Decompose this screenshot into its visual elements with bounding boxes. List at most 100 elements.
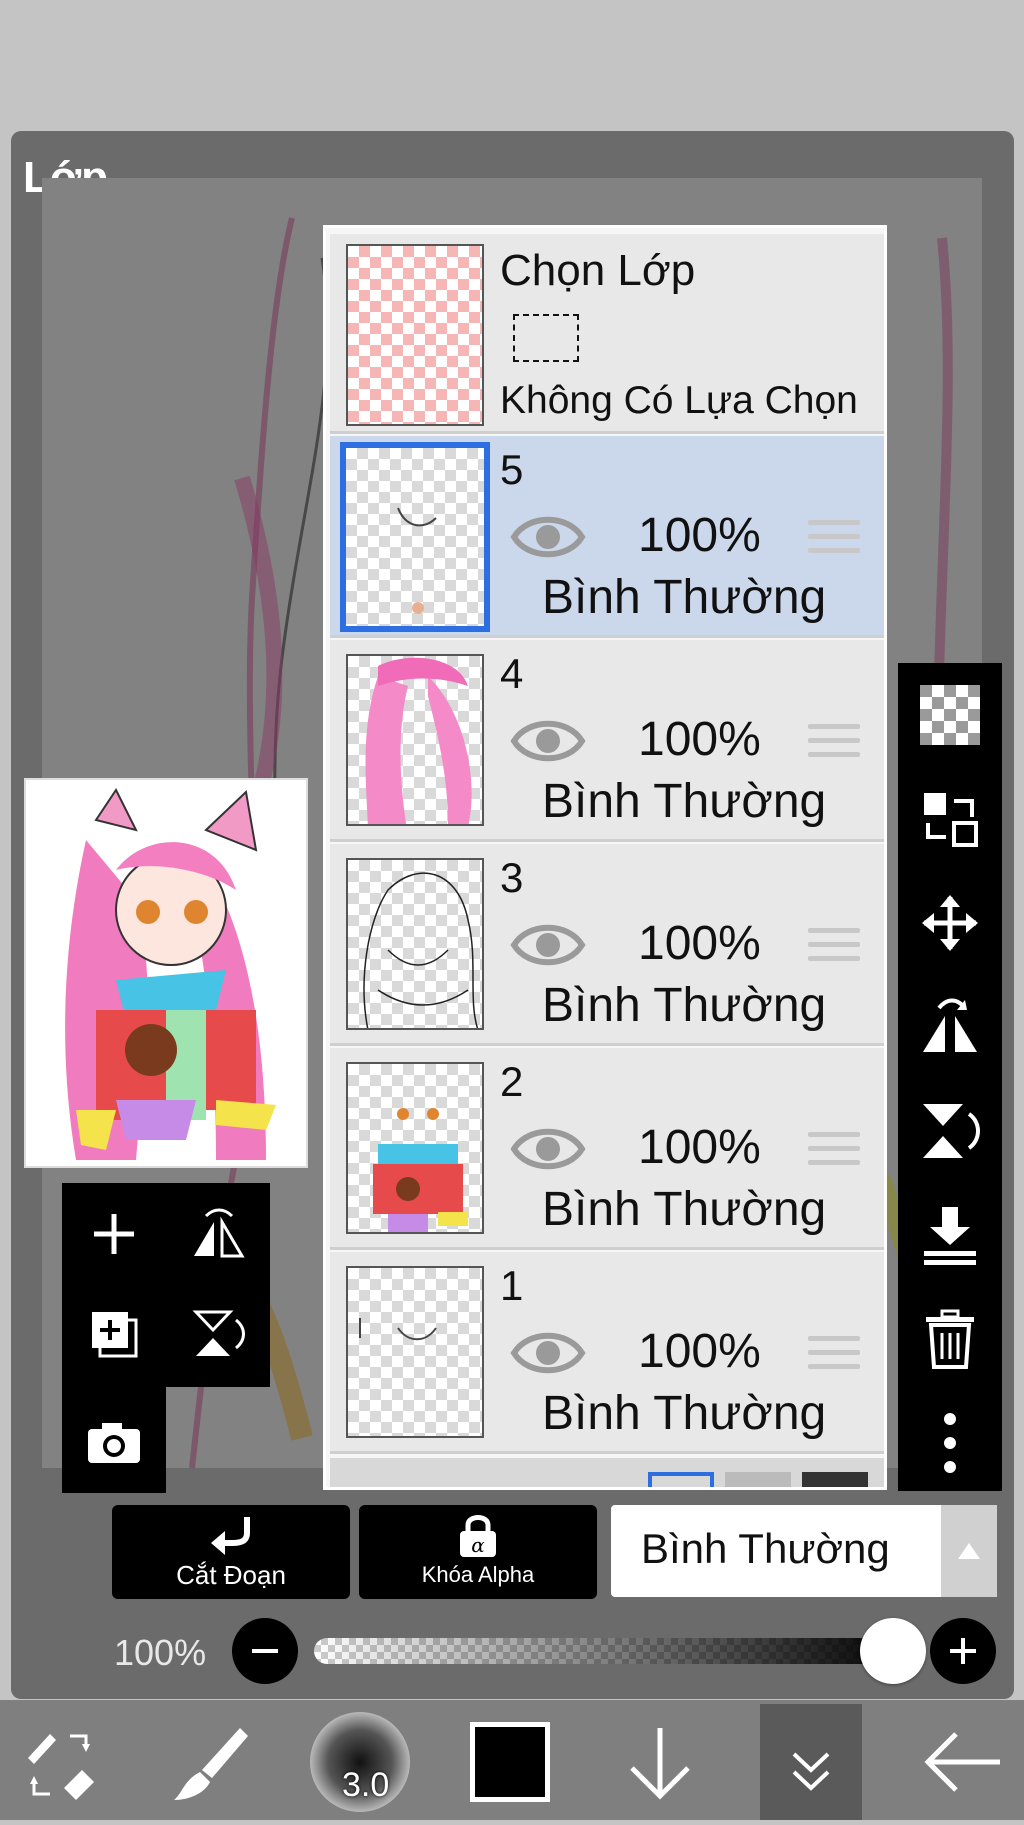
add-layer-button[interactable]	[72, 1192, 156, 1276]
drag-handle-icon[interactable]	[808, 724, 860, 762]
arrow-left-icon	[924, 1732, 1000, 1792]
back-button[interactable]	[920, 1722, 1004, 1802]
camera-icon	[88, 1423, 140, 1463]
blend-mode-value: Bình Thường	[641, 1525, 890, 1572]
swap-layer-icon	[924, 793, 978, 847]
reference-image	[24, 778, 308, 1168]
eye-icon[interactable]	[510, 918, 586, 972]
alpha-lock-button[interactable]: α Khóa Alpha	[359, 1505, 597, 1599]
alpha-lock-label: Khóa Alpha	[421, 1562, 535, 1587]
layer-blend-mode: Bình Thường	[542, 775, 827, 828]
opacity-slider-thumb[interactable]	[860, 1618, 926, 1684]
more-icon	[944, 1413, 956, 1473]
layer-blend-mode: Bình Thường	[542, 1387, 827, 1440]
svg-text:α: α	[471, 1533, 485, 1557]
merge-down-icon	[924, 1207, 976, 1265]
drag-handle-icon[interactable]	[808, 1336, 860, 1374]
layer-opacity: 100%	[638, 1121, 761, 1174]
drag-handle-icon[interactable]	[808, 1132, 860, 1170]
color-swatch-button[interactable]	[470, 1722, 550, 1802]
merge-down-button[interactable]	[912, 1197, 988, 1273]
duplicate-layer-button[interactable]	[72, 1292, 156, 1376]
minus-icon	[252, 1649, 278, 1653]
plus-icon	[94, 1214, 134, 1254]
flip-vertical-button[interactable]	[912, 1093, 988, 1169]
layer-opacity: 100%	[638, 713, 761, 766]
eye-icon[interactable]	[510, 1326, 586, 1380]
brush-eraser-swap-icon	[28, 1734, 94, 1800]
brush-size-button[interactable]: 3.0	[310, 1712, 410, 1812]
layer-blend-mode: Bình Thường	[542, 1183, 827, 1236]
layer-blend-mode: Bình Thường	[542, 979, 827, 1032]
layer-panel-toggle-button[interactable]	[760, 1704, 862, 1820]
background-layer-row[interactable]	[330, 1458, 884, 1487]
layer-thumbnail	[346, 1266, 484, 1438]
layer-opacity: 100%	[638, 1325, 761, 1378]
layer-thumbnail	[346, 858, 484, 1030]
bg-dark-swatch[interactable]	[802, 1472, 868, 1487]
layer-thumbnail	[346, 1062, 484, 1234]
eye-icon[interactable]	[510, 714, 586, 768]
transparent-bg-icon	[920, 685, 980, 745]
layer-opacity: 100%	[638, 509, 761, 562]
paintbrush-icon	[174, 1728, 248, 1800]
brush-eraser-toggle-button[interactable]	[20, 1722, 100, 1802]
chevron-up-icon[interactable]	[941, 1505, 997, 1597]
flip-horizontal-button[interactable]	[176, 1192, 260, 1276]
brush-tool-button[interactable]	[168, 1720, 252, 1804]
selection-thumbnail	[346, 244, 484, 426]
double-chevron-down-icon	[792, 1752, 830, 1791]
bg-checker-swatch[interactable]	[725, 1472, 791, 1487]
flip-horizontal-icon	[923, 998, 977, 1052]
layer-opacity: 100%	[638, 917, 761, 970]
decrease-opacity-button[interactable]	[232, 1618, 298, 1684]
drag-handle-icon[interactable]	[808, 928, 860, 966]
layer-row-5[interactable]: 5 100% Bình Thường	[330, 436, 884, 638]
layer-list: Chọn Lớp Không Có Lựa Chọn 5 100% Bình T…	[323, 225, 887, 1490]
flip-vertical-icon	[192, 1310, 245, 1356]
selection-status: Không Có Lựa Chọn	[500, 379, 858, 422]
bottom-toolbar: 3.0	[0, 1700, 1024, 1820]
more-button[interactable]	[912, 1405, 988, 1481]
layer-row-4[interactable]: 4 100% Bình Thường	[330, 640, 884, 842]
flip-horizontal-icon	[194, 1208, 245, 1258]
drag-handle-icon[interactable]	[808, 520, 860, 558]
eye-icon[interactable]	[510, 510, 586, 564]
layer-thumbnail	[346, 654, 484, 826]
bg-white-swatch[interactable]	[648, 1472, 714, 1487]
clipping-button[interactable]: Cắt Đoạn	[112, 1505, 350, 1599]
move-button[interactable]	[912, 885, 988, 961]
camera-button[interactable]	[72, 1400, 156, 1484]
eye-icon[interactable]	[510, 1122, 586, 1176]
clipping-label: Cắt Đoạn	[176, 1560, 286, 1590]
delete-layer-button[interactable]	[912, 1301, 988, 1377]
increase-opacity-button[interactable]	[930, 1618, 996, 1684]
opacity-slider[interactable]	[314, 1638, 904, 1664]
flip-vertical-icon	[923, 1104, 980, 1158]
arrow-down-icon	[630, 1728, 690, 1800]
layer-number: 3	[500, 854, 524, 901]
opacity-label: 100%	[114, 1632, 207, 1673]
selection-layer-row[interactable]: Chọn Lớp Không Có Lựa Chọn	[330, 234, 884, 434]
flip-horizontal-button[interactable]	[912, 989, 988, 1065]
plus-icon	[950, 1638, 976, 1664]
layer-number: 5	[500, 446, 524, 493]
lock-icon: α	[460, 1515, 496, 1557]
layer-row-2[interactable]: 2 100% Bình Thường	[330, 1048, 884, 1250]
layer-row-3[interactable]: 3 100% Bình Thường	[330, 844, 884, 1046]
selection-layer-title: Chọn Lớp	[500, 246, 696, 295]
layer-thumbnail	[340, 442, 490, 632]
flip-vertical-button[interactable]	[176, 1292, 260, 1376]
layer-number: 2	[500, 1058, 524, 1105]
swap-layer-button[interactable]	[912, 781, 988, 857]
right-toolbar	[898, 663, 1002, 1491]
move-icon	[922, 895, 978, 951]
layer-down-button[interactable]	[620, 1722, 700, 1802]
layer-row-1[interactable]: 1 100% Bình Thường	[330, 1252, 884, 1454]
trash-icon	[926, 1309, 974, 1369]
blend-mode-select[interactable]: Bình Thường	[611, 1505, 997, 1597]
clip-arrow-icon	[211, 1517, 250, 1555]
selection-marquee-icon	[513, 314, 579, 362]
transparent-bg-button[interactable]	[912, 677, 988, 753]
opacity-control: 100%	[110, 1616, 1010, 1686]
